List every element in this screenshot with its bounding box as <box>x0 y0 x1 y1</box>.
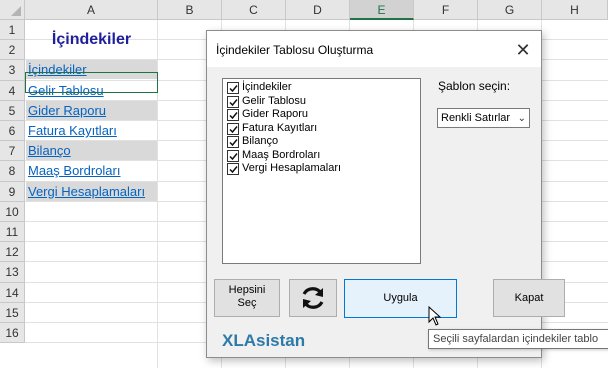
column-header-e[interactable]: E <box>350 0 414 20</box>
sheet-checklist[interactable]: İçindekiler Gelir Tablosu Gider Raporu Fatu… <box>222 78 421 264</box>
row-header-3[interactable]: 3 <box>0 60 25 81</box>
checkmark-icon <box>229 152 238 160</box>
column-header-f[interactable]: F <box>414 0 478 20</box>
toc-link[interactable]: Gider Raporu <box>26 100 157 120</box>
template-select-value: Renkli Satırlar <box>441 112 511 124</box>
row-header-12[interactable]: 12 <box>0 242 25 263</box>
sheet-checklist-label: Fatura Kayıtları <box>242 121 318 134</box>
select-all-label-line1: Hepsini <box>228 284 266 296</box>
checkbox[interactable] <box>227 136 239 148</box>
toc-dialog: İçindekiler Tablosu Oluşturma ✕ İçindeki… <box>206 30 565 358</box>
sheet-title-cell[interactable]: İçindekiler <box>26 31 157 49</box>
column-header-g[interactable]: G <box>478 0 542 20</box>
checkbox[interactable] <box>227 109 239 121</box>
row-header-1[interactable]: 1 <box>0 20 25 41</box>
row-header-10[interactable]: 10 <box>0 201 25 222</box>
sheet-checklist-item[interactable]: Vergi Hesaplamaları <box>225 162 420 176</box>
refresh-button[interactable] <box>289 279 337 317</box>
column-header-d[interactable]: D <box>286 0 350 20</box>
row-header-5[interactable]: 5 <box>0 100 25 121</box>
checkbox[interactable] <box>227 82 239 94</box>
row-header-14[interactable]: 14 <box>0 282 25 303</box>
template-label: Şablon seçin: <box>438 79 511 93</box>
row-header-11[interactable]: 11 <box>0 222 25 243</box>
checkbox[interactable] <box>227 163 239 175</box>
row-header-7[interactable]: 7 <box>0 141 25 162</box>
active-cell-outline <box>25 72 158 93</box>
checkmark-icon <box>229 166 238 174</box>
row-header-16[interactable]: 16 <box>0 323 25 344</box>
checkbox[interactable] <box>227 95 239 108</box>
sheet-checklist-label: Gider Raporu <box>242 108 309 120</box>
mouse-cursor-icon <box>428 306 442 326</box>
toc-link[interactable]: Maaş Bordroları <box>26 161 157 180</box>
apply-tooltip: Seçili sayfalardan içindekiler tablo <box>428 329 608 349</box>
sheet-checklist-label: Bilanço <box>242 135 279 147</box>
sheet-checklist-item[interactable]: Bilanço <box>225 135 420 149</box>
chevron-down-icon[interactable]: ⌄ <box>518 110 526 128</box>
sheet-checklist-label: Vergi Hesaplamaları <box>242 162 342 174</box>
checkmark-icon <box>229 125 238 133</box>
sheet-checklist-item[interactable]: Maaş Bordroları <box>225 149 420 163</box>
template-select[interactable]: Renkli Satırlar ⌄ <box>437 108 530 128</box>
sheet-checklist-label: Maaş Bordroları <box>242 148 321 161</box>
sheet-checklist-label: İçindekiler <box>242 81 292 93</box>
toc-link[interactable]: Bilanço <box>26 141 157 161</box>
column-header-a[interactable]: A <box>25 0 158 20</box>
checkmark-icon <box>229 139 238 147</box>
select-all-button[interactable]: Hepsini Seç <box>214 279 280 317</box>
row-header-4[interactable]: 4 <box>0 80 25 101</box>
row-header-8[interactable]: 8 <box>0 161 25 182</box>
row-header-9[interactable]: 9 <box>0 181 25 202</box>
row-header-15[interactable]: 15 <box>0 302 25 323</box>
checkbox[interactable] <box>227 149 239 162</box>
checkbox[interactable] <box>227 122 239 135</box>
sheet-checklist-item[interactable]: Fatura Kayıtları <box>225 122 420 136</box>
toc-link[interactable]: Fatura Kayıtları <box>26 121 157 140</box>
sheet-checklist-item[interactable]: İçindekiler <box>225 81 420 95</box>
refresh-icon <box>302 287 324 309</box>
checkmark-icon <box>229 112 238 120</box>
column-header-c[interactable]: C <box>222 0 286 20</box>
select-all-corner[interactable] <box>0 0 25 20</box>
dialog-title: İçindekiler Tablosu Oluşturma <box>216 43 374 57</box>
dialog-titlebar: İçindekiler Tablosu Oluşturma ✕ <box>207 31 541 67</box>
row-header-6[interactable]: 6 <box>0 121 25 142</box>
sheet-checklist-label: Gelir Tablosu <box>242 94 306 107</box>
row-header-2[interactable]: 2 <box>0 40 25 61</box>
brand-logo: XLAsistan <box>222 331 306 350</box>
column-header-h[interactable]: H <box>542 0 608 20</box>
close-button[interactable]: Kapat <box>493 279 565 317</box>
checkmark-icon <box>229 85 238 93</box>
close-icon[interactable]: ✕ <box>511 38 535 62</box>
sheet-checklist-item[interactable]: Gider Raporu <box>225 108 420 122</box>
row-header-13[interactable]: 13 <box>0 262 25 283</box>
column-header-b[interactable]: B <box>158 0 222 20</box>
sheet-checklist-item[interactable]: Gelir Tablosu <box>225 95 420 109</box>
toc-link[interactable]: Vergi Hesaplamaları <box>26 181 157 201</box>
checkmark-icon <box>229 98 238 106</box>
select-all-label-line2: Seç <box>237 297 257 309</box>
